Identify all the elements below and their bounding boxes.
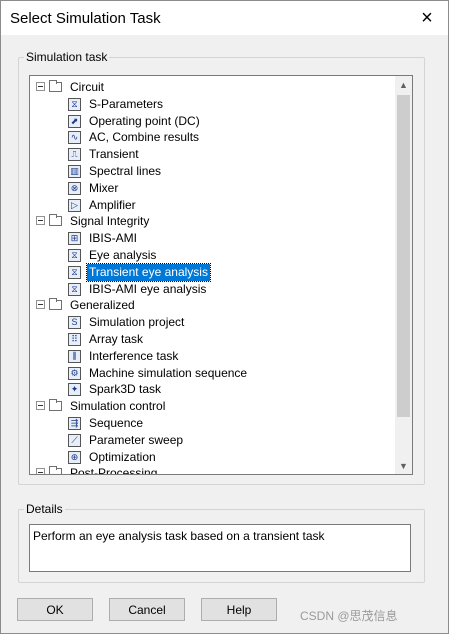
task-label: Machine simulation sequence	[89, 365, 248, 380]
folder-icon	[49, 214, 62, 227]
operating-point-icon: ⬈	[68, 114, 81, 128]
mixer-icon: ⊗	[68, 181, 81, 195]
simulation-task-tree[interactable]: Circuit ⧖ S-Parameters ⬈ Operating point (DC…	[29, 75, 413, 475]
cancel-button[interactable]: Cancel	[109, 598, 185, 621]
folder-icon	[49, 466, 62, 474]
simulation-project-icon: S	[68, 316, 81, 330]
help-button[interactable]: Help	[201, 598, 277, 621]
task-label: Spark3D task	[89, 382, 162, 397]
parameter-sweep-icon: ⟋	[68, 433, 81, 447]
ok-button[interactable]: OK	[17, 598, 93, 621]
tree-category-label: Simulation control	[70, 399, 166, 414]
task-label: Parameter sweep	[89, 432, 184, 447]
tree-category-row[interactable]: Simulation control	[30, 398, 395, 415]
tree-task-row[interactable]: ⬈ Operating point (DC)	[30, 113, 395, 130]
tree-category-label: Circuit	[70, 80, 105, 94]
simulation-task-group-label: Simulation task	[24, 50, 110, 64]
collapse-icon[interactable]	[36, 82, 45, 91]
folder-icon	[49, 298, 62, 311]
folder-icon	[49, 399, 62, 412]
tree-task-row[interactable]: S Simulation project	[30, 314, 395, 331]
selected-task-label: Transient eye analysis	[86, 262, 211, 282]
task-label: Operating point (DC)	[89, 113, 200, 128]
tree-task-row[interactable]: ⟋ Parameter sweep	[30, 432, 395, 449]
task-label: Interference task	[89, 348, 179, 363]
tree-task-row[interactable]: ✦ Spark3D task	[30, 381, 395, 398]
tree-task-row[interactable]: ▷ Amplifier	[30, 197, 395, 214]
details-group-label: Details	[24, 502, 65, 516]
tree-task-row[interactable]: ∿ AC, Combine results	[30, 129, 395, 146]
spectral-lines-icon: ▥	[68, 164, 81, 178]
tree-task-row[interactable]: ⧖ Transient eye analysis	[30, 262, 395, 282]
task-label: Simulation project	[89, 315, 185, 330]
spark3d-icon: ✦	[68, 383, 81, 397]
folder-icon	[49, 80, 62, 92]
scroll-up-icon[interactable]: ▲	[395, 76, 412, 93]
watermark: CSDN @思茂信息	[300, 609, 398, 623]
scroll-down-icon[interactable]: ▼	[395, 457, 412, 474]
transient-eye-analysis-icon: ⧖	[68, 265, 81, 279]
tree-task-row[interactable]: ⊗ Mixer	[30, 180, 395, 197]
tree-task-row[interactable]: ⠿ Array task	[30, 331, 395, 348]
dialog-title: Select Simulation Task	[10, 10, 161, 27]
scroll-thumb[interactable]	[397, 95, 410, 417]
details-text: Perform an eye analysis task based on a …	[33, 529, 325, 543]
task-label: Array task	[89, 331, 144, 346]
task-label: IBIS-AMI	[89, 231, 138, 246]
ibis-ami-eye-analysis-icon: ⧖	[68, 282, 81, 296]
close-icon[interactable]: ×	[412, 4, 442, 32]
task-label: Eye analysis	[89, 247, 157, 262]
tree-task-row[interactable]: ⫼ Interference task	[30, 348, 395, 365]
task-label: Optimization	[89, 449, 156, 464]
tree-content: Circuit ⧖ S-Parameters ⬈ Operating point (DC…	[30, 76, 395, 475]
tree-task-row[interactable]: ⧖ IBIS-AMI eye analysis	[30, 281, 395, 298]
sequence-icon: ⇶	[68, 416, 81, 430]
collapse-icon[interactable]	[36, 300, 45, 310]
task-label: Spectral lines	[89, 163, 162, 178]
eye-analysis-icon: ⧖	[68, 248, 81, 262]
task-label: Transient	[89, 147, 139, 162]
task-label: AC, Combine results	[89, 130, 200, 145]
tree-task-row[interactable]: ⧖ S-Parameters	[30, 96, 395, 113]
task-label: IBIS-AMI eye analysis	[89, 281, 207, 296]
details-textbox: Perform an eye analysis task based on a …	[29, 524, 411, 572]
tree-task-row[interactable]: ▥ Spectral lines	[30, 163, 395, 180]
machine-simulation-icon: ⚙	[68, 366, 81, 380]
task-label: Sequence	[89, 415, 144, 430]
task-label: Amplifier	[89, 197, 136, 212]
collapse-icon[interactable]	[36, 401, 45, 411]
optimization-icon: ⊕	[68, 450, 81, 464]
interference-task-icon: ⫼	[68, 349, 81, 363]
tree-task-row[interactable]: ⇶ Sequence	[30, 415, 395, 432]
amplifier-icon: ▷	[68, 198, 81, 212]
tree-category-row[interactable]: Circuit	[30, 79, 395, 96]
tree-category-label: Post-Processing	[70, 466, 158, 475]
tree-task-row[interactable]: ⎍ Transient	[30, 146, 395, 163]
tree-task-row[interactable]: ⊞ IBIS-AMI	[30, 230, 395, 247]
tree-category-row[interactable]: Generalized	[30, 297, 395, 314]
ibis-ami-icon: ⊞	[68, 232, 81, 246]
tree-task-row[interactable]: ⚙ Machine simulation sequence	[30, 365, 395, 382]
collapse-icon[interactable]	[36, 468, 45, 474]
array-task-icon: ⠿	[68, 332, 81, 346]
transient-icon: ⎍	[68, 148, 81, 162]
tree-task-row[interactable]: ⊕ Optimization	[30, 449, 395, 466]
select-simulation-task-dialog: Select Simulation Task × Simulation task…	[0, 0, 449, 634]
title-bar: Select Simulation Task ×	[1, 1, 448, 35]
collapse-icon[interactable]	[36, 216, 45, 226]
ac-icon: ∿	[68, 131, 81, 145]
tree-category-label: Generalized	[70, 298, 135, 313]
tree-category-label: Signal Integrity	[70, 214, 150, 229]
s-parameters-icon: ⧖	[68, 97, 81, 111]
tree-task-row[interactable]: ⧖ Eye analysis	[30, 247, 395, 264]
tree-category-row[interactable]: Signal Integrity	[30, 213, 395, 230]
task-label: S-Parameters	[89, 96, 164, 111]
tree-category-row[interactable]: Post-Processing	[30, 465, 395, 475]
task-label: Mixer	[89, 180, 119, 195]
vertical-scrollbar[interactable]: ▲ ▼	[395, 76, 412, 474]
